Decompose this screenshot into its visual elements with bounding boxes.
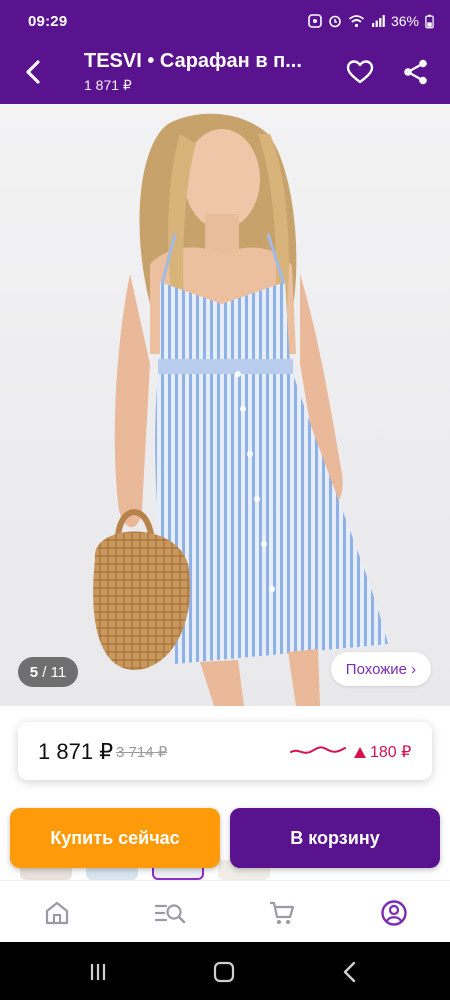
status-time: 09:29 bbox=[28, 12, 68, 30]
back-button-icon[interactable] bbox=[338, 960, 362, 984]
back-arrow-icon[interactable] bbox=[18, 56, 48, 88]
similar-button[interactable]: Похожие › bbox=[331, 652, 431, 686]
bottom-navigation bbox=[0, 880, 450, 942]
battery-percent: 36% bbox=[390, 13, 419, 29]
product-photo[interactable] bbox=[0, 104, 450, 706]
gallery-counter: 5 / 11 bbox=[18, 657, 78, 687]
gallery-counter-current: 5 bbox=[29, 663, 39, 681]
status-bar: 09:29 36% bbox=[0, 0, 450, 42]
gallery-counter-separator: / bbox=[38, 663, 51, 681]
price-change-value: 180 ₽ bbox=[370, 744, 412, 761]
notification-icon bbox=[308, 14, 322, 28]
buy-now-button[interactable]: Купить сейчас bbox=[10, 808, 220, 868]
battery-icon bbox=[425, 14, 434, 28]
home-icon[interactable] bbox=[43, 899, 71, 927]
old-price: 3 714 ₽ bbox=[116, 744, 168, 761]
cart-icon[interactable] bbox=[268, 899, 296, 927]
signal-icon bbox=[371, 15, 385, 27]
share-icon[interactable] bbox=[402, 58, 430, 86]
price-up-arrow-icon bbox=[354, 746, 366, 758]
alarm-icon bbox=[329, 15, 341, 28]
app-bar: TESVI • Сарафан в п... 1 871 ₽ bbox=[0, 42, 450, 104]
home-button-icon[interactable] bbox=[212, 960, 236, 984]
price-history-graph-icon bbox=[290, 746, 346, 754]
product-photo-illustration bbox=[93, 113, 388, 706]
gallery-counter-total: 11 bbox=[50, 663, 67, 681]
current-price: 1 871 ₽ bbox=[38, 739, 114, 764]
status-icons: 36% bbox=[308, 13, 434, 29]
heart-icon[interactable] bbox=[346, 58, 374, 86]
page-title: TESVI • Сарафан в п... bbox=[84, 50, 302, 72]
recent-apps-icon[interactable] bbox=[86, 960, 110, 984]
add-to-cart-button[interactable]: В корзину bbox=[230, 808, 440, 868]
system-navigation-bar bbox=[0, 942, 450, 1000]
wifi-icon bbox=[348, 15, 365, 28]
price-change: 180 ₽ bbox=[354, 742, 411, 762]
price-card[interactable]: 1 871 ₽ 3 714 ₽ 180 ₽ bbox=[18, 722, 432, 780]
catalog-search-icon[interactable] bbox=[154, 899, 186, 927]
header-price: 1 871 ₽ bbox=[84, 77, 132, 93]
header-title-block: TESVI • Сарафан в п... 1 871 ₽ bbox=[84, 50, 334, 94]
profile-icon[interactable] bbox=[380, 899, 408, 927]
